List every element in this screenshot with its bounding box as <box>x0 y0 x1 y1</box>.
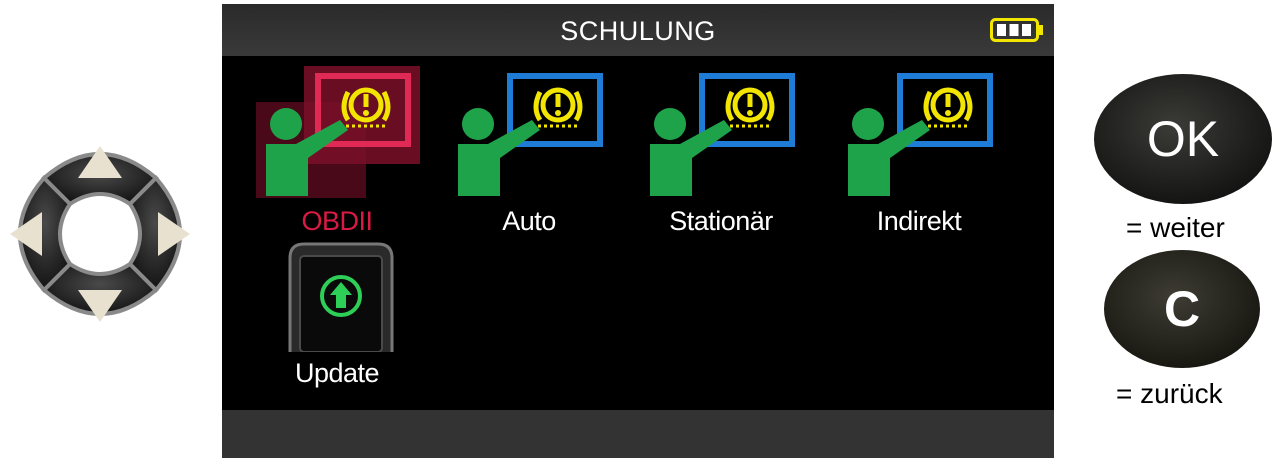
menu-item-auto[interactable]: Auto <box>444 62 614 237</box>
menu-item-label: Stationär <box>669 206 773 236</box>
back-button[interactable]: C <box>1102 248 1262 370</box>
ok-button[interactable]: OK <box>1092 72 1274 206</box>
update-device-icon <box>288 242 394 352</box>
battery-full-icon <box>990 18 1043 42</box>
back-caption: = zurück <box>1116 378 1223 409</box>
direction-pad-icon <box>10 146 190 322</box>
training-warning-icon <box>650 73 795 196</box>
ok-key-label: OK <box>1146 111 1220 167</box>
menu-item-update[interactable]: Update <box>252 240 422 389</box>
ok-caption: = weiter <box>1126 212 1225 243</box>
menu-item-label: Auto <box>502 206 556 236</box>
screen-title: SCHULUNG <box>560 16 716 46</box>
training-warning-icon <box>256 66 420 198</box>
menu-item-label: Indirekt <box>876 206 962 236</box>
device-screen: SCHULUNG OBDII Auto Stationär Indirekt U… <box>222 4 1054 458</box>
menu-item-obdii[interactable]: OBDII <box>252 62 422 237</box>
title-bar: SCHULUNG <box>222 4 1054 56</box>
training-warning-icon <box>848 73 993 196</box>
menu-item-indirekt[interactable]: Indirekt <box>834 62 1004 237</box>
training-warning-icon <box>458 73 603 196</box>
menu-item-label: Update <box>294 358 380 388</box>
menu-item-stationaer[interactable]: Stationär <box>636 62 806 237</box>
bottom-bar <box>222 410 1054 458</box>
direction-pad[interactable] <box>4 138 196 330</box>
c-key-label: C <box>1163 281 1201 337</box>
menu-item-label: OBDII <box>301 206 373 236</box>
